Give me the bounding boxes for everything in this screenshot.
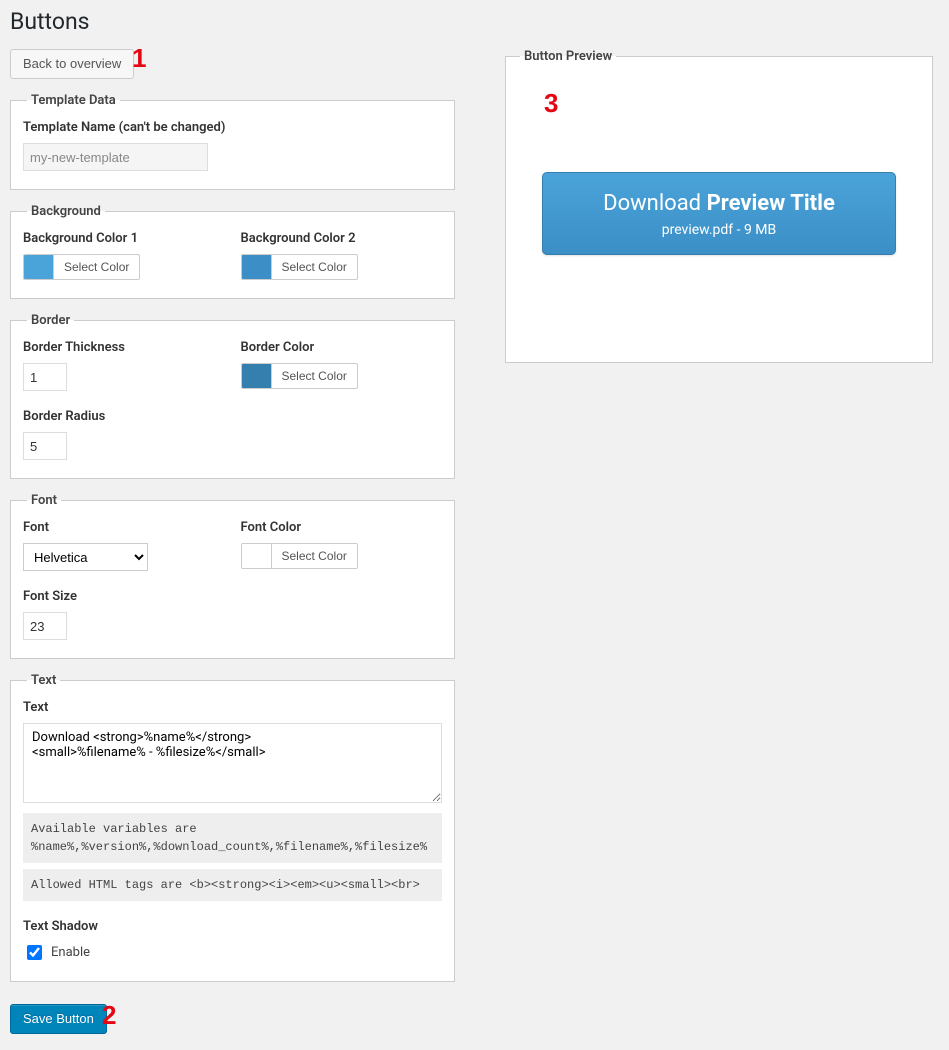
template-data-legend: Template Data (27, 93, 120, 108)
button-preview-group: Button Preview 3 Download Preview Title … (505, 49, 933, 363)
text-label: Text (23, 700, 442, 715)
template-data-group: Template Data Template Name (can't be ch… (10, 93, 455, 190)
page-title: Buttons (10, 8, 933, 35)
preview-main-text: Download Preview Title (603, 191, 835, 216)
border-color-swatch (241, 363, 271, 389)
annotation-1: 1 (132, 43, 146, 74)
bg-color2-select-button[interactable]: Select Color (271, 254, 358, 280)
border-color-label: Border Color (241, 340, 443, 355)
text-shadow-checkbox[interactable] (27, 945, 42, 960)
text-textarea[interactable] (23, 723, 442, 803)
border-group: Border Border Thickness Border Color Sel… (10, 313, 455, 479)
annotation-3: 3 (544, 88, 558, 119)
background-legend: Background (27, 204, 105, 219)
background-group: Background Background Color 1 Select Col… (10, 204, 455, 299)
bg-color1-label: Background Color 1 (23, 231, 225, 246)
save-button[interactable]: Save Button (10, 1004, 107, 1034)
template-name-label: Template Name (can't be changed) (23, 120, 442, 135)
font-size-label: Font Size (23, 589, 442, 604)
button-preview-legend: Button Preview (520, 49, 616, 64)
border-legend: Border (27, 313, 74, 328)
border-thickness-input[interactable] (23, 363, 67, 391)
border-radius-label: Border Radius (23, 409, 442, 424)
bg-color1-swatch (23, 254, 53, 280)
font-color-select-button[interactable]: Select Color (271, 543, 358, 569)
bg-color2-picker[interactable]: Select Color (241, 254, 443, 280)
border-color-select-button[interactable]: Select Color (271, 363, 358, 389)
bg-color1-picker[interactable]: Select Color (23, 254, 225, 280)
text-shadow-enable-row[interactable]: Enable (23, 942, 442, 963)
border-color-picker[interactable]: Select Color (241, 363, 443, 389)
font-size-input[interactable] (23, 612, 67, 640)
font-group: Font Font Helvetica Font Color Select Co… (10, 493, 455, 659)
template-name-input (23, 143, 208, 171)
text-shadow-label: Text Shadow (23, 919, 442, 934)
text-legend: Text (27, 673, 60, 688)
font-select[interactable]: Helvetica (23, 543, 148, 571)
font-color-swatch (241, 543, 271, 569)
font-color-picker[interactable]: Select Color (241, 543, 443, 569)
text-hint-vars: Available variables are %name%,%version%… (23, 813, 442, 863)
text-shadow-enable-label: Enable (51, 945, 90, 960)
border-radius-input[interactable] (23, 432, 67, 460)
font-label: Font (23, 520, 225, 535)
bg-color2-swatch (241, 254, 271, 280)
font-legend: Font (27, 493, 61, 508)
preview-button[interactable]: Download Preview Title preview.pdf - 9 M… (542, 172, 896, 255)
bg-color1-select-button[interactable]: Select Color (53, 254, 140, 280)
font-color-label: Font Color (241, 520, 443, 535)
border-thickness-label: Border Thickness (23, 340, 225, 355)
back-to-overview-button[interactable]: Back to overview (10, 49, 134, 79)
preview-sub-text: preview.pdf - 9 MB (603, 222, 835, 238)
text-hint-tags: Allowed HTML tags are <b><strong><i><em>… (23, 869, 442, 901)
bg-color2-label: Background Color 2 (241, 231, 443, 246)
text-group: Text Text Available variables are %name%… (10, 673, 455, 982)
